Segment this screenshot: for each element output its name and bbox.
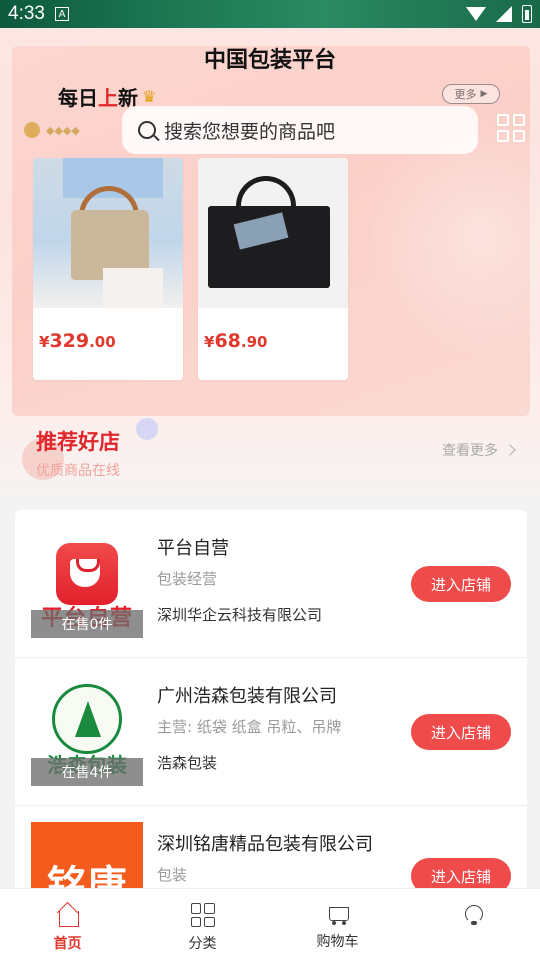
more-button[interactable]: 更多 ▶ bbox=[442, 84, 500, 104]
chevron-right-icon bbox=[504, 444, 516, 456]
nav-category[interactable]: 分类 bbox=[135, 889, 270, 960]
nav-label: 首页 bbox=[53, 936, 82, 952]
shop-logo[interactable]: 浩森包装 在售4件 bbox=[31, 674, 143, 786]
product-price: ¥ 329 .00 bbox=[39, 330, 116, 352]
search-input[interactable]: 搜索您想要的商品吧 bbox=[164, 117, 335, 144]
status-time: 4:33 bbox=[8, 3, 45, 24]
shop-business: 包装 bbox=[157, 866, 188, 884]
product-price: ¥ 68 .90 bbox=[204, 330, 268, 352]
home-icon bbox=[56, 903, 80, 927]
daily-new-highlight: 上 bbox=[98, 86, 118, 110]
notification-a-icon: A bbox=[54, 7, 69, 21]
view-more-link[interactable]: 查看更多 bbox=[442, 440, 516, 460]
shop-name: 深圳铭唐精品包装有限公司 bbox=[157, 834, 373, 855]
more-label: 更多 bbox=[454, 88, 477, 101]
bottom-nav: 首页 分类 购物车 bbox=[0, 888, 540, 960]
on-sale-badge: 在售4件 bbox=[31, 758, 143, 786]
hero-section: 中国包装平台 每日上新 ♛ 更多 ▶ ◆◆◆◆ 搜索您想要的商品吧 ¥ 329 … bbox=[0, 28, 540, 498]
status-bar: 4:33 A bbox=[0, 0, 540, 28]
brand-logo-graphic: ◆◆◆◆ bbox=[46, 123, 80, 137]
crown-icon: ♛ bbox=[142, 87, 157, 106]
nav-label: 购物车 bbox=[316, 934, 359, 950]
shop-card[interactable]: 浩森包装 在售4件 广州浩森包装有限公司 主营: 纸袋 纸盒 吊粒、吊牌 浩森包… bbox=[15, 658, 527, 806]
shop-logo[interactable]: 平台自营 在售0件 bbox=[31, 526, 143, 638]
page-title: 中国包装平台 bbox=[203, 48, 336, 73]
product-card[interactable]: ¥ 329 .00 bbox=[33, 158, 183, 380]
decor-circle bbox=[136, 418, 158, 440]
brand-mark-icon bbox=[24, 122, 40, 138]
on-sale-badge: 在售0件 bbox=[31, 610, 143, 638]
customer-service-icon bbox=[462, 903, 484, 927]
nav-service[interactable] bbox=[405, 889, 540, 960]
product-card[interactable]: ¥ 68 .90 bbox=[198, 158, 348, 380]
tree-emblem-icon bbox=[52, 684, 122, 754]
enter-shop-button[interactable]: 进入店铺 bbox=[411, 714, 511, 750]
nav-home[interactable]: 首页 bbox=[0, 889, 135, 960]
recommend-header: 推荐好店 优质商品在线 bbox=[22, 418, 158, 480]
product-image-handbag bbox=[33, 158, 183, 308]
shop-card[interactable]: 平台自营 在售0件 平台自营 包装经营 深圳华企云科技有限公司 进入店铺 bbox=[15, 510, 527, 658]
view-more-label: 查看更多 bbox=[442, 443, 498, 459]
brand-logo: ◆◆◆◆ bbox=[24, 122, 80, 138]
shop-business: 主营: 纸袋 纸盒 吊粒、吊牌 bbox=[157, 718, 342, 736]
shopping-bag-icon bbox=[56, 543, 118, 605]
nav-cart[interactable]: 购物车 bbox=[270, 889, 405, 960]
shop-business: 包装经营 bbox=[157, 570, 218, 588]
shop-company: 浩森包装 bbox=[157, 754, 218, 772]
grid-menu-icon[interactable] bbox=[497, 114, 525, 142]
cart-icon bbox=[326, 903, 350, 925]
recommend-subtitle: 优质商品在线 bbox=[36, 463, 120, 479]
enter-shop-button[interactable]: 进入店铺 bbox=[411, 566, 511, 602]
signal-icon bbox=[496, 6, 512, 22]
shop-name: 广州浩森包装有限公司 bbox=[157, 686, 337, 707]
status-icons bbox=[466, 5, 532, 23]
recommend-title: 推荐好店 bbox=[36, 430, 120, 454]
search-icon bbox=[138, 121, 156, 139]
nav-label: 分类 bbox=[188, 936, 217, 952]
daily-new-prefix: 每日 bbox=[58, 86, 98, 110]
category-icon bbox=[190, 903, 215, 927]
battery-icon bbox=[522, 5, 532, 23]
wifi-icon bbox=[466, 7, 486, 21]
shop-company: 深圳华企云科技有限公司 bbox=[157, 606, 323, 624]
shop-name: 平台自营 bbox=[157, 538, 229, 559]
product-list: ¥ 329 .00 ¥ 68 .90 bbox=[33, 158, 348, 380]
product-image-tote-bag bbox=[198, 158, 348, 308]
search-bar[interactable]: 搜索您想要的商品吧 bbox=[122, 106, 478, 154]
play-arrow-icon: ▶ bbox=[480, 89, 488, 99]
